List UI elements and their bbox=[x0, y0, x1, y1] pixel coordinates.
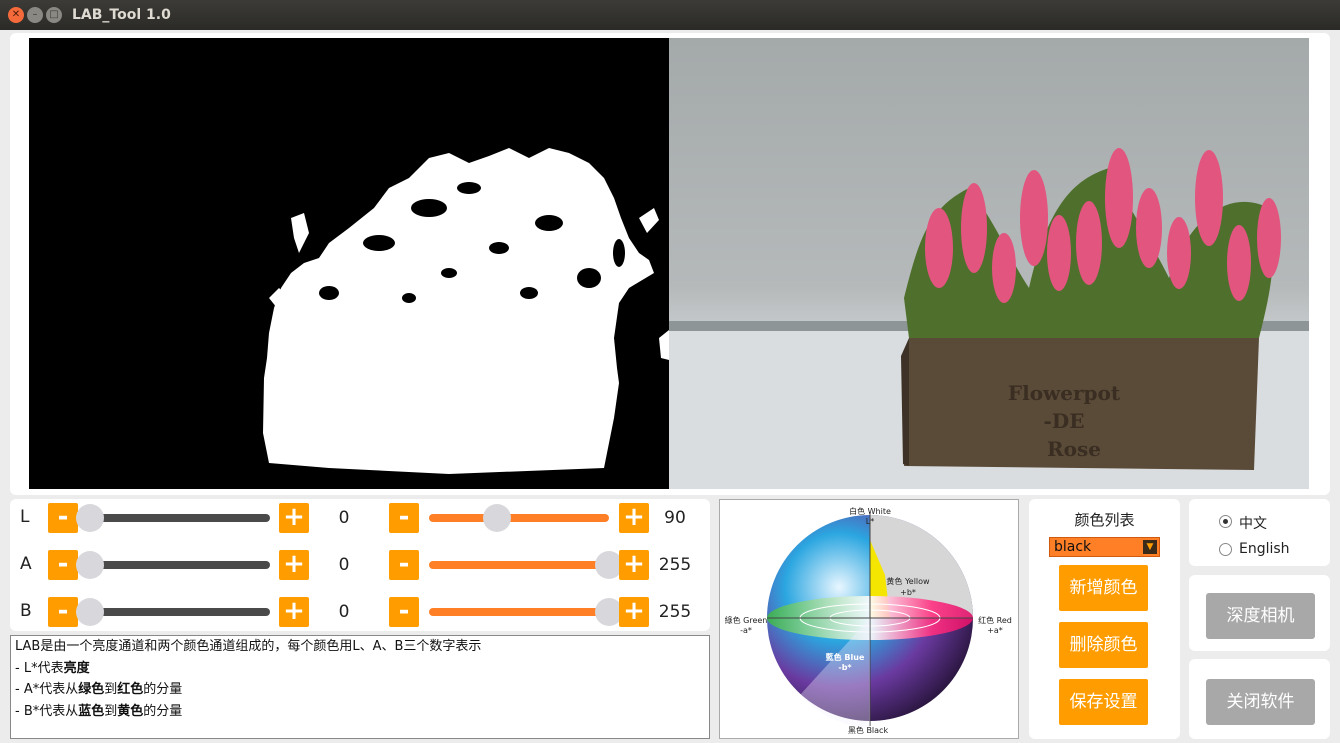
close-app-button[interactable]: 关闭软件 bbox=[1206, 679, 1315, 725]
language-panel: 中文 English bbox=[1189, 499, 1330, 566]
label-minus-b: -b* bbox=[838, 663, 852, 672]
b-min-slider-handle[interactable] bbox=[76, 598, 104, 626]
label-black: 黑色 Black bbox=[848, 725, 889, 735]
b-max-value: 255 bbox=[658, 602, 692, 622]
a-max-decrement-button[interactable]: - bbox=[389, 550, 419, 580]
radio-selected-icon[interactable] bbox=[1219, 515, 1232, 528]
window-minimize-button[interactable]: – bbox=[27, 7, 43, 23]
l-max-decrement-button[interactable]: - bbox=[389, 503, 419, 533]
window-title: LAB_Tool 1.0 bbox=[72, 7, 171, 23]
lab-color-sphere-diagram: 白色 White L* 黄色 Yellow +b* 綠色 Green -a* 红… bbox=[719, 499, 1019, 739]
b-min-decrement-button[interactable]: - bbox=[48, 597, 78, 627]
window-close-button[interactable]: ✕ bbox=[8, 7, 24, 23]
camera-image: Flowerpot -DE Rose bbox=[669, 148, 1309, 489]
a-max-value: 255 bbox=[658, 555, 692, 575]
delete-color-button[interactable]: 删除颜色 bbox=[1059, 622, 1148, 668]
a-min-slider-handle[interactable] bbox=[76, 551, 104, 579]
a-min-slider[interactable] bbox=[90, 561, 270, 569]
language-option-chinese[interactable]: 中文 bbox=[1219, 511, 1319, 532]
a-min-increment-button[interactable]: + bbox=[279, 550, 309, 580]
b-min-value: 0 bbox=[338, 602, 350, 622]
save-settings-button[interactable]: 保存设置 bbox=[1059, 679, 1148, 725]
slider-row-a: A - + 0 - + 255 bbox=[10, 546, 710, 586]
radio-unselected-icon[interactable] bbox=[1219, 543, 1232, 556]
label-l-axis: L* bbox=[866, 517, 874, 526]
b-max-increment-button[interactable]: + bbox=[619, 597, 649, 627]
mask-view bbox=[29, 38, 669, 489]
desc-line-3: - A*代表从绿色到红色的分量 bbox=[15, 682, 183, 697]
camera-view: Flowerpot -DE Rose bbox=[669, 38, 1309, 489]
desc-line-2: - L*代表亮度 bbox=[15, 660, 90, 676]
l-max-slider[interactable] bbox=[429, 514, 609, 522]
axis-label: B bbox=[20, 601, 32, 621]
window-maximize-button[interactable]: □ bbox=[46, 7, 62, 23]
desc-line-4: - B*代表从蓝色到黄色的分量 bbox=[15, 703, 183, 719]
language-option-english[interactable]: English bbox=[1219, 539, 1319, 559]
mask-image bbox=[263, 148, 669, 474]
color-select[interactable]: black ▼ bbox=[1049, 537, 1160, 557]
label-red: 红色 Red bbox=[978, 615, 1012, 625]
l-min-value: 0 bbox=[338, 508, 350, 528]
b-min-slider[interactable] bbox=[90, 608, 270, 616]
label-white: 白色 White bbox=[849, 506, 891, 516]
chevron-down-icon[interactable]: ▼ bbox=[1143, 540, 1157, 554]
box-text-3: Rose bbox=[1047, 437, 1101, 461]
lab-slider-panel: L - + 0 - + 90 A - + 0 - + 255 B - + 0 -… bbox=[10, 499, 710, 631]
l-max-increment-button[interactable]: + bbox=[619, 503, 649, 533]
a-min-value: 0 bbox=[338, 555, 350, 575]
b-min-increment-button[interactable]: + bbox=[279, 597, 309, 627]
l-min-slider[interactable] bbox=[90, 514, 270, 522]
depth-camera-button[interactable]: 深度相机 bbox=[1206, 593, 1315, 639]
box-text-1: Flowerpot bbox=[1008, 381, 1121, 405]
l-min-slider-handle[interactable] bbox=[76, 504, 104, 532]
lab-description: LAB是由一个亮度通道和两个颜色通道组成的，每个颜色用L、A、B三个数字表示 -… bbox=[10, 635, 710, 739]
l-min-decrement-button[interactable]: - bbox=[48, 503, 78, 533]
b-max-decrement-button[interactable]: - bbox=[389, 597, 419, 627]
l-min-increment-button[interactable]: + bbox=[279, 503, 309, 533]
axis-label: A bbox=[20, 554, 32, 574]
label-plus-a: +a* bbox=[987, 626, 1003, 635]
axis-label: L bbox=[20, 507, 30, 527]
a-min-decrement-button[interactable]: - bbox=[48, 550, 78, 580]
label-plus-b: +b* bbox=[900, 588, 916, 597]
lab-sphere: 白色 White L* 黄色 Yellow +b* 綠色 Green -a* 红… bbox=[725, 506, 1012, 735]
slider-row-b: B - + 0 - + 255 bbox=[10, 593, 710, 633]
add-color-button[interactable]: 新增颜色 bbox=[1059, 565, 1148, 611]
l-max-slider-handle[interactable] bbox=[483, 504, 512, 532]
color-select-value: black bbox=[1054, 539, 1092, 555]
color-list-panel: 颜色列表 black ▼ 新增颜色 删除颜色 保存设置 bbox=[1029, 499, 1180, 739]
a-max-increment-button[interactable]: + bbox=[619, 550, 649, 580]
slider-row-l: L - + 0 - + 90 bbox=[10, 499, 710, 539]
close-app-panel: 关闭软件 bbox=[1189, 659, 1330, 739]
a-max-slider[interactable] bbox=[429, 561, 609, 569]
depth-camera-panel: 深度相机 bbox=[1189, 575, 1330, 651]
title-bar: ✕ – □ LAB_Tool 1.0 bbox=[0, 0, 1340, 30]
label-minus-a: -a* bbox=[740, 626, 752, 635]
label-yellow: 黄色 Yellow bbox=[886, 576, 930, 586]
color-list-title: 颜色列表 bbox=[1074, 511, 1135, 529]
label-green: 綠色 Green bbox=[725, 615, 768, 625]
l-max-value: 90 bbox=[664, 508, 686, 528]
label-blue: 藍色 Blue bbox=[826, 652, 865, 662]
desc-line-1: LAB是由一个亮度通道和两个颜色通道组成的，每个颜色用L、A、B三个数字表示 bbox=[15, 639, 482, 654]
b-max-slider[interactable] bbox=[429, 608, 609, 616]
box-text-2: -DE bbox=[1044, 409, 1085, 433]
